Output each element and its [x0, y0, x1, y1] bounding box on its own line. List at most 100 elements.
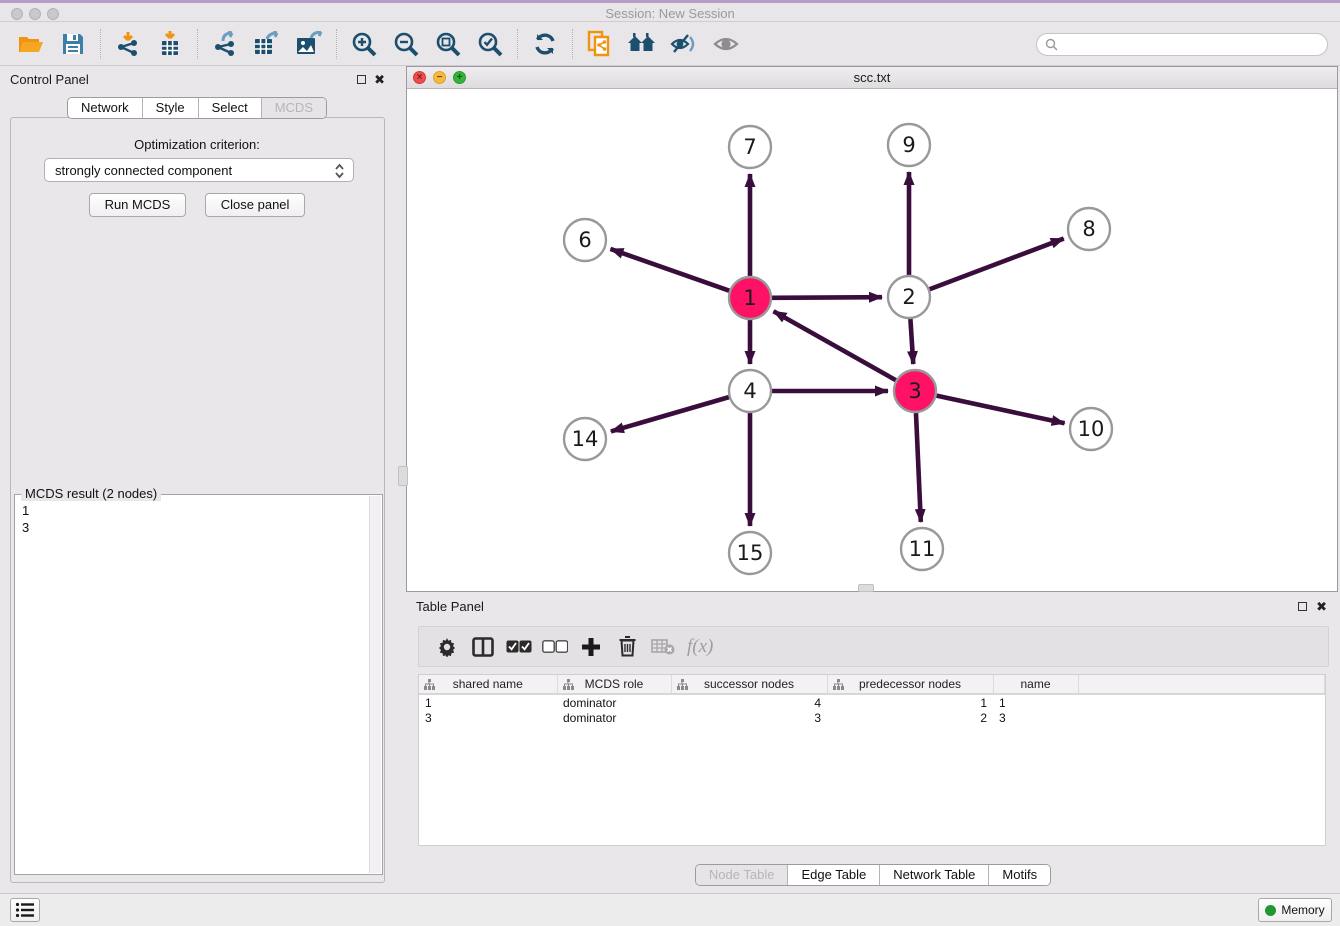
graph-node-7[interactable]: 7 [729, 126, 771, 168]
table-panel-float-icon[interactable] [1298, 600, 1307, 614]
node-table: shared name MCDS role successor nodes prede… [418, 674, 1326, 846]
column-header-mcds-role[interactable]: MCDS role [557, 675, 671, 694]
graph-node-3[interactable]: 3 [894, 370, 936, 412]
mcds-result-scrollbar[interactable] [369, 496, 381, 873]
select-stepper-icon [334, 162, 345, 183]
edge-3-11[interactable] [916, 413, 921, 522]
table-settings-gear-icon[interactable] [429, 632, 465, 662]
show-all-eye-icon[interactable] [709, 28, 743, 60]
column-header-name[interactable]: name [993, 675, 1078, 694]
graph-node-9[interactable]: 9 [888, 124, 930, 166]
save-icon[interactable] [56, 28, 90, 60]
optimization-criterion-select[interactable]: strongly connected component [44, 158, 354, 182]
delete-column-trash-icon[interactable] [609, 632, 645, 662]
edge-2-8[interactable] [930, 239, 1064, 290]
show-column-panel-icon[interactable] [465, 632, 501, 662]
table-row[interactable]: 1dominator411 [419, 694, 1325, 710]
graph-node-6[interactable]: 6 [564, 219, 606, 261]
cell-name[interactable]: 3 [993, 710, 1078, 726]
zoom-fit-icon[interactable] [431, 28, 465, 60]
hide-selection-eye-icon[interactable] [667, 28, 701, 60]
edge-4-14[interactable] [611, 397, 729, 431]
zoom-out-icon[interactable] [389, 28, 423, 60]
graph-node-11[interactable]: 11 [901, 528, 943, 570]
search-input[interactable] [1036, 33, 1328, 56]
graph-node-10[interactable]: 10 [1070, 408, 1112, 450]
export-network-icon[interactable] [208, 28, 242, 60]
create-column-plus-icon[interactable] [573, 632, 609, 662]
column-header-successor-nodes[interactable]: successor nodes [671, 675, 827, 694]
search-icon [1045, 38, 1058, 56]
edge-1-2[interactable] [772, 297, 882, 298]
column-header-filler [1078, 675, 1325, 694]
refresh-layout-icon[interactable] [528, 28, 562, 60]
tab-node-table[interactable]: Node Table [696, 865, 788, 885]
task-history-button[interactable] [10, 898, 40, 922]
graph-node-1[interactable]: 1 [729, 277, 771, 319]
cell-predecessor-nodes[interactable]: 1 [827, 694, 993, 710]
tab-mcds[interactable]: MCDS [261, 98, 326, 118]
cell-successor-nodes[interactable]: 4 [671, 694, 827, 710]
cell-predecessor-nodes[interactable]: 2 [827, 710, 993, 726]
column-header-predecessor-nodes[interactable]: predecessor nodes [827, 675, 993, 694]
zoom-in-icon[interactable] [347, 28, 381, 60]
column-type-icon [833, 679, 844, 693]
svg-text:4: 4 [743, 379, 756, 403]
function-builder-icon[interactable]: f(x) [687, 636, 713, 658]
column-header-label: shared name [453, 677, 523, 691]
control-panel-close-icon[interactable]: ✖ [374, 75, 385, 84]
select-all-rows-icon[interactable] [501, 632, 537, 662]
cell-mcds-role[interactable]: dominator [557, 710, 671, 726]
home-view-icon[interactable] [625, 28, 659, 60]
control-panel-float-icon[interactable] [357, 73, 366, 87]
table-row[interactable]: 3dominator323 [419, 710, 1325, 726]
export-image-icon[interactable] [292, 28, 326, 60]
cell-shared-name[interactable]: 1 [419, 694, 557, 710]
zoom-selected-icon[interactable] [473, 28, 507, 60]
mcds-result-list[interactable]: 1 3 [15, 497, 369, 874]
network-canvas[interactable]: 7 9 6 8 1 2 4 3 14 10 15 11 [407, 89, 1337, 591]
cell-successor-nodes[interactable]: 3 [671, 710, 827, 726]
duplicate-network-icon[interactable] [583, 28, 617, 60]
cell-shared-name[interactable]: 3 [419, 710, 557, 726]
edge-1-6[interactable] [610, 249, 729, 291]
export-table-icon[interactable] [250, 28, 284, 60]
tab-network[interactable]: Network [68, 98, 142, 118]
svg-text:7: 7 [743, 135, 756, 159]
graph-node-4[interactable]: 4 [729, 370, 771, 412]
table-panel-close-icon[interactable]: ✖ [1316, 602, 1327, 611]
open-folder-icon[interactable] [14, 28, 48, 60]
graph-node-8[interactable]: 8 [1068, 208, 1110, 250]
table-panel: Table Panel ✖ f(x) [406, 593, 1340, 888]
status-bar: Memory [0, 893, 1340, 926]
import-network-icon[interactable] [111, 28, 145, 60]
run-mcds-button[interactable]: Run MCDS [89, 193, 187, 217]
close-panel-button[interactable]: Close panel [205, 193, 306, 217]
search-box [1036, 33, 1328, 56]
svg-text:9: 9 [902, 133, 915, 157]
edge-3-1[interactable] [774, 311, 896, 380]
tab-network-table[interactable]: Network Table [879, 865, 988, 885]
control-panel-tabs: NetworkStyleSelectMCDS [67, 97, 327, 119]
graph-node-14[interactable]: 14 [564, 418, 606, 460]
graph-node-2[interactable]: 2 [888, 276, 930, 318]
tab-style[interactable]: Style [142, 98, 198, 118]
tab-select[interactable]: Select [198, 98, 261, 118]
splitter-handle-vertical[interactable] [398, 466, 408, 486]
import-table-icon[interactable] [153, 28, 187, 60]
tab-motifs[interactable]: Motifs [988, 865, 1050, 885]
cell-mcds-role[interactable]: dominator [557, 694, 671, 710]
cell-name[interactable]: 1 [993, 694, 1078, 710]
graph-node-15[interactable]: 15 [729, 532, 771, 574]
splitter-handle-horizontal[interactable] [858, 584, 874, 592]
svg-text:8: 8 [1082, 217, 1095, 241]
memory-button[interactable]: Memory [1258, 898, 1332, 922]
delete-table-icon[interactable] [645, 632, 681, 662]
network-window-titlebar[interactable]: × − + scc.txt [407, 67, 1337, 89]
column-header-label: successor nodes [704, 677, 794, 691]
tab-edge-table[interactable]: Edge Table [787, 865, 879, 885]
deselect-all-rows-icon[interactable] [537, 632, 573, 662]
edge-3-10[interactable] [937, 396, 1065, 424]
column-header-shared-name[interactable]: shared name [419, 675, 557, 694]
edge-2-3[interactable] [910, 319, 913, 364]
